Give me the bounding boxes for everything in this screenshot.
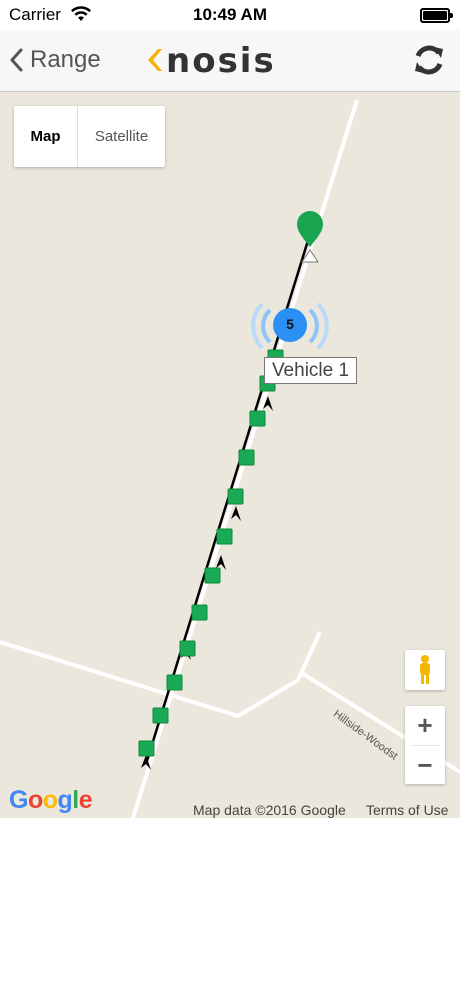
refresh-icon: [415, 45, 443, 75]
vehicle-pin: [297, 211, 323, 263]
refresh-button[interactable]: [412, 41, 446, 79]
map-type-satellite-button[interactable]: Satellite: [78, 106, 165, 167]
back-button[interactable]: Range: [10, 44, 101, 76]
clock: 10:49 AM: [192, 5, 267, 24]
battery-full-icon: [420, 8, 453, 23]
map-view[interactable]: 5 Map Satellite Vehicle 1 Hillside-Woods…: [0, 92, 460, 818]
svg-text:nosis: nosis: [166, 41, 276, 80]
back-button-label: Range: [30, 46, 101, 73]
terms-of-use-link[interactable]: Terms of Use: [366, 802, 448, 818]
map-type-control: Map Satellite: [14, 106, 165, 167]
navigation-bar: Range nosis: [0, 30, 460, 92]
map-roads: [0, 99, 460, 818]
map-type-map-button[interactable]: Map: [14, 106, 78, 167]
street-view-pegman-button[interactable]: [405, 650, 445, 690]
google-logo[interactable]: Google: [9, 786, 93, 815]
vehicle-info-label[interactable]: Vehicle 1: [264, 357, 357, 384]
zoom-control: + −: [405, 706, 445, 784]
zoom-out-button[interactable]: −: [405, 746, 445, 785]
knosis-logo: nosis: [148, 41, 276, 80]
chevron-left-icon: [10, 48, 23, 72]
status-bar: Carrier 10:49 AM: [0, 0, 460, 30]
pegman-icon: [420, 655, 430, 684]
zoom-in-button[interactable]: +: [405, 706, 445, 745]
map-attribution: Map data ©2016 Google: [193, 802, 346, 818]
cluster-count[interactable]: 5: [283, 316, 297, 332]
